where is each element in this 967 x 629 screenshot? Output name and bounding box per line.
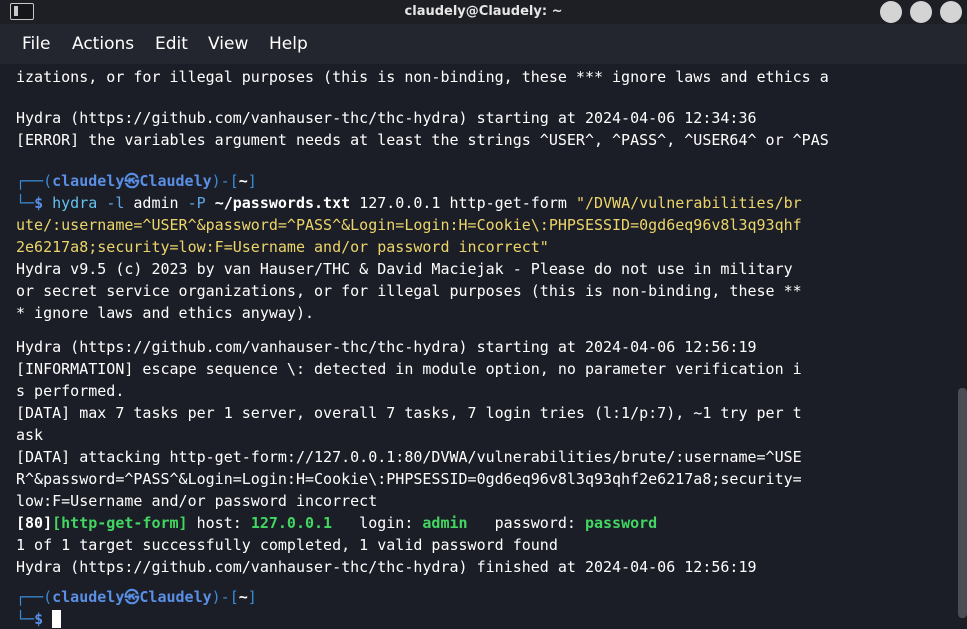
result-login-label: login: xyxy=(332,514,423,532)
prompt-dir: ~ xyxy=(238,588,248,606)
output-line: Hydra (https://github.com/vanhauser-thc/… xyxy=(16,558,757,576)
menu-bar: File Actions Edit View Help xyxy=(0,24,967,64)
menu-help[interactable]: Help xyxy=(269,34,308,54)
terminal-output[interactable]: izations, or for illegal purposes (this … xyxy=(0,64,967,629)
output-line: [ERROR] the variables argument needs at … xyxy=(16,131,829,149)
result-host-label: host: xyxy=(187,514,251,532)
prompt-line: ┌──(claudely㉿Claudely)-[~] xyxy=(16,172,257,190)
result-port: [80] xyxy=(16,514,53,532)
window-title: claudely@Claudely: ~ xyxy=(404,4,563,19)
prompt-line: ┌──(claudely㉿Claudely)-[~] xyxy=(16,588,257,606)
output-line: * ignore laws and ethics anyway). xyxy=(16,304,315,322)
result-password: password xyxy=(584,514,658,532)
command-arg: 127.0.0.1 http-get-form xyxy=(359,194,567,212)
output-line: R^&password=^PASS^&Login=Login:H=Cookie\… xyxy=(16,470,802,488)
result-password-label: password: xyxy=(467,514,585,532)
result-line: [80][http-get-form] host: 127.0.0.1 logi… xyxy=(16,512,657,534)
result-login: admin xyxy=(422,514,468,532)
output-line: s performed. xyxy=(16,382,125,400)
scrollbar[interactable] xyxy=(958,388,967,618)
output-line: 1 of 1 target successfully completed, 1 … xyxy=(16,536,558,554)
menu-edit[interactable]: Edit xyxy=(155,34,188,54)
prompt-at: ㉿ xyxy=(124,588,140,606)
text-cursor xyxy=(52,610,62,628)
command-arg: admin xyxy=(133,194,179,212)
minimize-button[interactable] xyxy=(880,1,902,23)
output-line: or secret service organizations, or for … xyxy=(16,282,802,300)
command-string: ute/:username=^USER^&password=^PASS^&Log… xyxy=(16,216,802,234)
command-string: 2e6217a8;security=low:F=Username and/or … xyxy=(16,238,549,256)
prompt-host: Claudely xyxy=(139,172,212,190)
result-module: [http-get-form] xyxy=(52,514,188,532)
output-line: [DATA] max 7 tasks per 1 server, overall… xyxy=(16,404,802,422)
command-flag: -P xyxy=(187,194,206,212)
output-line: low:F=Username and/or password incorrect xyxy=(16,492,378,510)
title-bar: claudely@Claudely: ~ xyxy=(0,0,967,24)
close-button[interactable] xyxy=(940,1,962,23)
output-line: [INFORMATION] escape sequence \: detecte… xyxy=(16,360,802,378)
command-arg: ~/passwords.txt xyxy=(214,194,351,212)
input-line[interactable]: └─$ xyxy=(16,608,62,629)
output-line: Hydra (https://github.com/vanhauser-thc/… xyxy=(16,338,757,356)
command-exe: hydra xyxy=(52,194,98,212)
prompt-user: claudely xyxy=(52,172,125,190)
output-line: Hydra (https://github.com/vanhauser-thc/… xyxy=(16,109,757,127)
output-line: Hydra v9.5 (c) 2023 by van Hauser/THC & … xyxy=(16,260,793,278)
result-host: 127.0.0.1 xyxy=(250,514,333,532)
prompt-user: claudely xyxy=(52,588,125,606)
menu-view[interactable]: View xyxy=(208,34,248,54)
prompt-at: ㉿ xyxy=(124,172,140,190)
menu-file[interactable]: File xyxy=(22,34,50,54)
output-line: [DATA] attacking http-get-form://127.0.0… xyxy=(16,448,802,466)
output-line: izations, or for illegal purposes (this … xyxy=(16,68,829,86)
maximize-button[interactable] xyxy=(910,1,932,23)
command-flag: -l xyxy=(106,194,125,212)
prompt-dir: ~ xyxy=(238,172,248,190)
command-line: └─$ hydra -l admin -P ~/passwords.txt 12… xyxy=(16,194,802,212)
prompt-host: Claudely xyxy=(139,588,212,606)
menu-actions[interactable]: Actions xyxy=(72,34,134,54)
command-string: "/DVWA/vulnerabilities/br xyxy=(575,194,802,212)
output-line: ask xyxy=(16,426,44,444)
